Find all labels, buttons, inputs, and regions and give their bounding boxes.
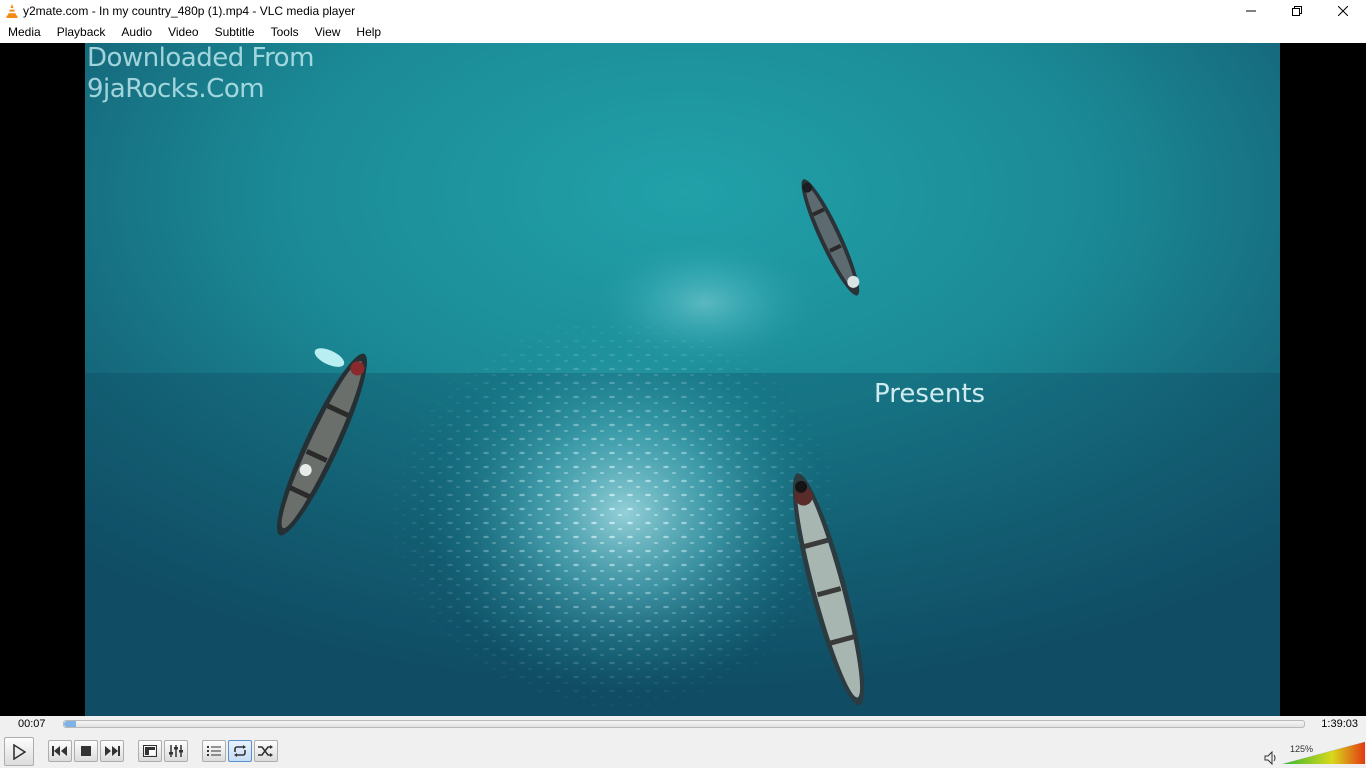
playlist-button[interactable]: [202, 740, 226, 762]
previous-button[interactable]: [48, 740, 72, 762]
seek-row: 00:07 1:39:03: [0, 716, 1366, 734]
menu-playback[interactable]: Playback: [49, 22, 114, 43]
menu-view[interactable]: View: [307, 22, 349, 43]
menu-bar: Media Playback Audio Video Subtitle Tool…: [0, 22, 1366, 43]
video-area[interactable]: Downloaded From 9jaRocks.Com Presents: [0, 43, 1366, 716]
close-icon: [1338, 6, 1348, 16]
video-watermark: Downloaded From 9jaRocks.Com: [87, 43, 314, 105]
play-button[interactable]: [4, 737, 34, 766]
video-scene: [85, 179, 1280, 716]
minimize-icon: [1246, 10, 1256, 12]
loop-button[interactable]: [228, 740, 252, 762]
seek-progress: [64, 721, 77, 727]
elapsed-time: 00:07: [18, 718, 46, 730]
extended-settings-button[interactable]: [164, 740, 188, 762]
total-time[interactable]: 1:39:03: [1321, 718, 1358, 730]
menu-tools[interactable]: Tools: [263, 22, 307, 43]
next-icon: [105, 746, 120, 756]
menu-video[interactable]: Video: [160, 22, 206, 43]
seek-slider[interactable]: [63, 720, 1305, 728]
video-frame[interactable]: Downloaded From 9jaRocks.Com Presents: [85, 43, 1280, 716]
playlist-icon: [207, 746, 221, 756]
video-overlay-text: Presents: [874, 379, 986, 409]
watermark-line-1: Downloaded From: [87, 43, 314, 73]
menu-subtitle[interactable]: Subtitle: [207, 22, 263, 43]
minimize-button[interactable]: [1228, 0, 1274, 22]
shuffle-icon: [258, 745, 273, 757]
menu-media[interactable]: Media: [0, 22, 49, 43]
restore-button[interactable]: [1274, 0, 1320, 22]
next-button[interactable]: [100, 740, 124, 762]
speaker-icon[interactable]: [1264, 751, 1278, 765]
stop-icon: [81, 746, 91, 756]
loop-icon: [234, 745, 246, 757]
menu-audio[interactable]: Audio: [113, 22, 160, 43]
fullscreen-button[interactable]: [138, 740, 162, 762]
vlc-cone-icon: [5, 3, 19, 19]
play-icon: [13, 743, 26, 760]
stop-button[interactable]: [74, 740, 98, 762]
restore-icon: [1292, 6, 1302, 16]
volume-slider[interactable]: [1283, 738, 1365, 764]
previous-icon: [52, 746, 67, 756]
fullscreen-icon: [143, 745, 157, 757]
menu-help[interactable]: Help: [348, 22, 389, 43]
window-title: y2mate.com - In my country_480p (1).mp4 …: [23, 4, 356, 18]
controls-bar: 125%: [0, 734, 1366, 768]
title-bar: y2mate.com - In my country_480p (1).mp4 …: [0, 0, 1366, 22]
extended-settings-icon: [169, 745, 183, 757]
shuffle-button[interactable]: [254, 740, 278, 762]
watermark-line-2: 9jaRocks.Com: [87, 74, 265, 104]
close-button[interactable]: [1320, 0, 1366, 22]
